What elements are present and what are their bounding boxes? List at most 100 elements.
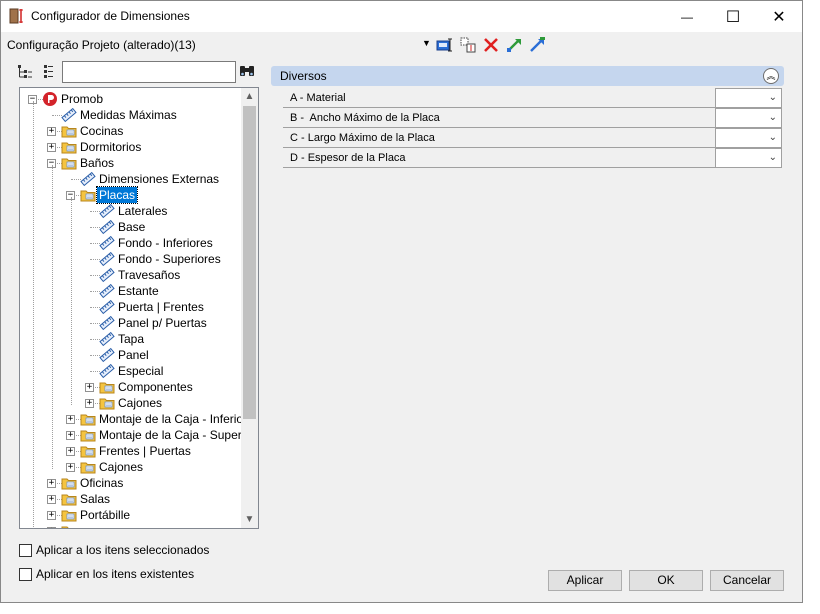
tree-item[interactable]: Tapa [20, 331, 242, 347]
property-value-dropdown[interactable]: ⌄ [715, 148, 782, 168]
app-icon [9, 8, 23, 24]
list-view-icon[interactable] [41, 64, 55, 80]
tree-item[interactable]: + Cajones [20, 459, 242, 475]
scroll-down-icon[interactable]: ▼ [241, 511, 258, 528]
title-bar: Configurador de Dimensiones — ☐ ✕ [1, 1, 802, 32]
minimize-button[interactable]: — [664, 1, 710, 32]
tree-item[interactable]: Fondo - Inferiores [20, 235, 242, 251]
tree-item-label: Dormitorios [80, 140, 142, 154]
tree-item-label: Especial [118, 364, 164, 378]
tree-item[interactable]: Laterales [20, 203, 242, 219]
tree-item[interactable]: Panel [20, 347, 242, 363]
window-title: Configurador de Dimensiones [31, 9, 190, 23]
expand-icon[interactable]: + [47, 511, 56, 520]
tree-item[interactable]: + Oficinas [20, 475, 242, 491]
tree-item[interactable]: − Baños [20, 155, 242, 171]
tree-item[interactable]: + Componentes [20, 379, 242, 395]
apply-existing-checkbox[interactable] [19, 568, 32, 581]
tree-item[interactable]: Fondo - Superiores [20, 251, 242, 267]
folder-icon [61, 526, 77, 528]
ruler-icon [80, 171, 96, 187]
folder-icon [80, 430, 96, 442]
tree-item[interactable]: − Placas [20, 186, 242, 204]
tree-item-label: Montaje de la Caja - Superior [99, 428, 256, 442]
folder-icon [61, 478, 77, 490]
tree-item-label: Montaje de la Caja - Inferior [99, 412, 248, 426]
tree-item[interactable]: Estante [20, 283, 242, 299]
category-tree[interactable]: − Promob Medidas Máximas + Cocinas + Dormitori… [19, 87, 259, 529]
collapse-section-icon[interactable]: ︽ [763, 68, 779, 84]
tree-item[interactable]: + Dormitorios [20, 139, 242, 155]
ruler-icon [99, 203, 115, 219]
tree-item[interactable]: + Cajones [20, 395, 242, 411]
tree-view-icon[interactable] [17, 64, 33, 80]
import-icon[interactable] [505, 36, 523, 54]
property-label: D - Espesor de la Placa [290, 152, 406, 164]
chevron-down-icon[interactable]: ⌄ [769, 152, 777, 163]
expand-icon[interactable]: + [66, 415, 75, 424]
apply-existing-label: Aplicar en los itens existentes [36, 567, 195, 581]
expand-icon[interactable]: + [47, 143, 56, 152]
copy-config-icon[interactable] [459, 36, 477, 54]
ruler-icon [99, 315, 115, 331]
tree-item-label: Salas [80, 492, 111, 506]
tree-guide-line [71, 197, 72, 405]
expand-icon[interactable]: + [66, 447, 75, 456]
property-value-dropdown[interactable]: ⌄ [715, 88, 782, 108]
folder-icon [80, 462, 96, 474]
property-value-dropdown[interactable]: ⌄ [715, 108, 782, 128]
tree-item[interactable]: + Montaje de la Caja - Inferior [20, 411, 247, 427]
folder-icon [80, 446, 96, 458]
ruler-icon [99, 299, 115, 315]
tree-vertical-scrollbar[interactable]: ▲ ▼ [241, 88, 258, 528]
save-config-icon[interactable] [435, 36, 453, 54]
chevron-down-icon[interactable]: ⌄ [769, 112, 777, 123]
apply-selected-checkbox[interactable] [19, 544, 32, 557]
tree-item[interactable]: Dimensiones Externas [20, 171, 242, 187]
tree-item[interactable]: + Cocinas [20, 123, 242, 139]
expand-icon[interactable]: + [47, 127, 56, 136]
expand-icon[interactable]: + [66, 431, 75, 440]
tree-item[interactable]: Especial [20, 363, 242, 379]
chevron-down-icon[interactable]: ⌄ [769, 92, 777, 103]
expand-icon[interactable]: + [47, 527, 56, 528]
export-icon[interactable] [528, 36, 546, 54]
tree-item[interactable]: + Frentes | Puertas [20, 443, 242, 459]
apply-button[interactable]: Aplicar [548, 570, 622, 591]
tree-item-label: Cocinas [80, 124, 124, 138]
tree-item[interactable]: Puerta | Frentes [20, 299, 242, 315]
tree-item[interactable]: + Montaje de la Caja - Superior [20, 427, 255, 443]
expand-icon[interactable]: + [85, 399, 94, 408]
tree-item-label: Panel [118, 348, 149, 362]
chevron-down-icon[interactable]: ⌄ [769, 132, 777, 143]
close-button[interactable]: ✕ [756, 1, 802, 32]
tree-item[interactable]: + [20, 523, 242, 528]
tree-item[interactable]: Panel p/ Puertas [20, 315, 242, 331]
expand-icon[interactable]: + [47, 495, 56, 504]
cancel-button[interactable]: Cancelar [710, 570, 784, 591]
tree-item[interactable]: Medidas Máximas [20, 107, 242, 123]
tree-search-input[interactable] [62, 61, 236, 83]
tree-item[interactable]: + Portábille [20, 507, 242, 523]
scrollbar-thumb[interactable] [243, 106, 256, 419]
tree-item-label: Tapa [118, 332, 145, 346]
expand-icon[interactable]: + [66, 463, 75, 472]
tree-guide-line [52, 165, 53, 469]
expand-icon[interactable]: + [47, 479, 56, 488]
tree-item-label: Promob [61, 92, 104, 106]
ok-button[interactable]: OK [629, 570, 703, 591]
ruler-icon [99, 235, 115, 251]
config-dropdown-icon[interactable]: ▼ [422, 38, 431, 48]
tree-item[interactable]: + Salas [20, 491, 242, 507]
tree-item-label: Fondo - Inferiores [118, 236, 213, 250]
tree-item[interactable]: Travesaños [20, 267, 242, 283]
property-value-dropdown[interactable]: ⌄ [715, 128, 782, 148]
delete-icon[interactable] [482, 36, 500, 54]
maximize-button[interactable]: ☐ [710, 1, 756, 32]
binoculars-icon[interactable] [239, 64, 255, 78]
expand-icon[interactable]: + [85, 383, 94, 392]
tree-guide-line [33, 101, 34, 528]
tree-item[interactable]: − Promob [20, 91, 242, 107]
scroll-up-icon[interactable]: ▲ [241, 88, 258, 105]
tree-item[interactable]: Base [20, 219, 242, 235]
